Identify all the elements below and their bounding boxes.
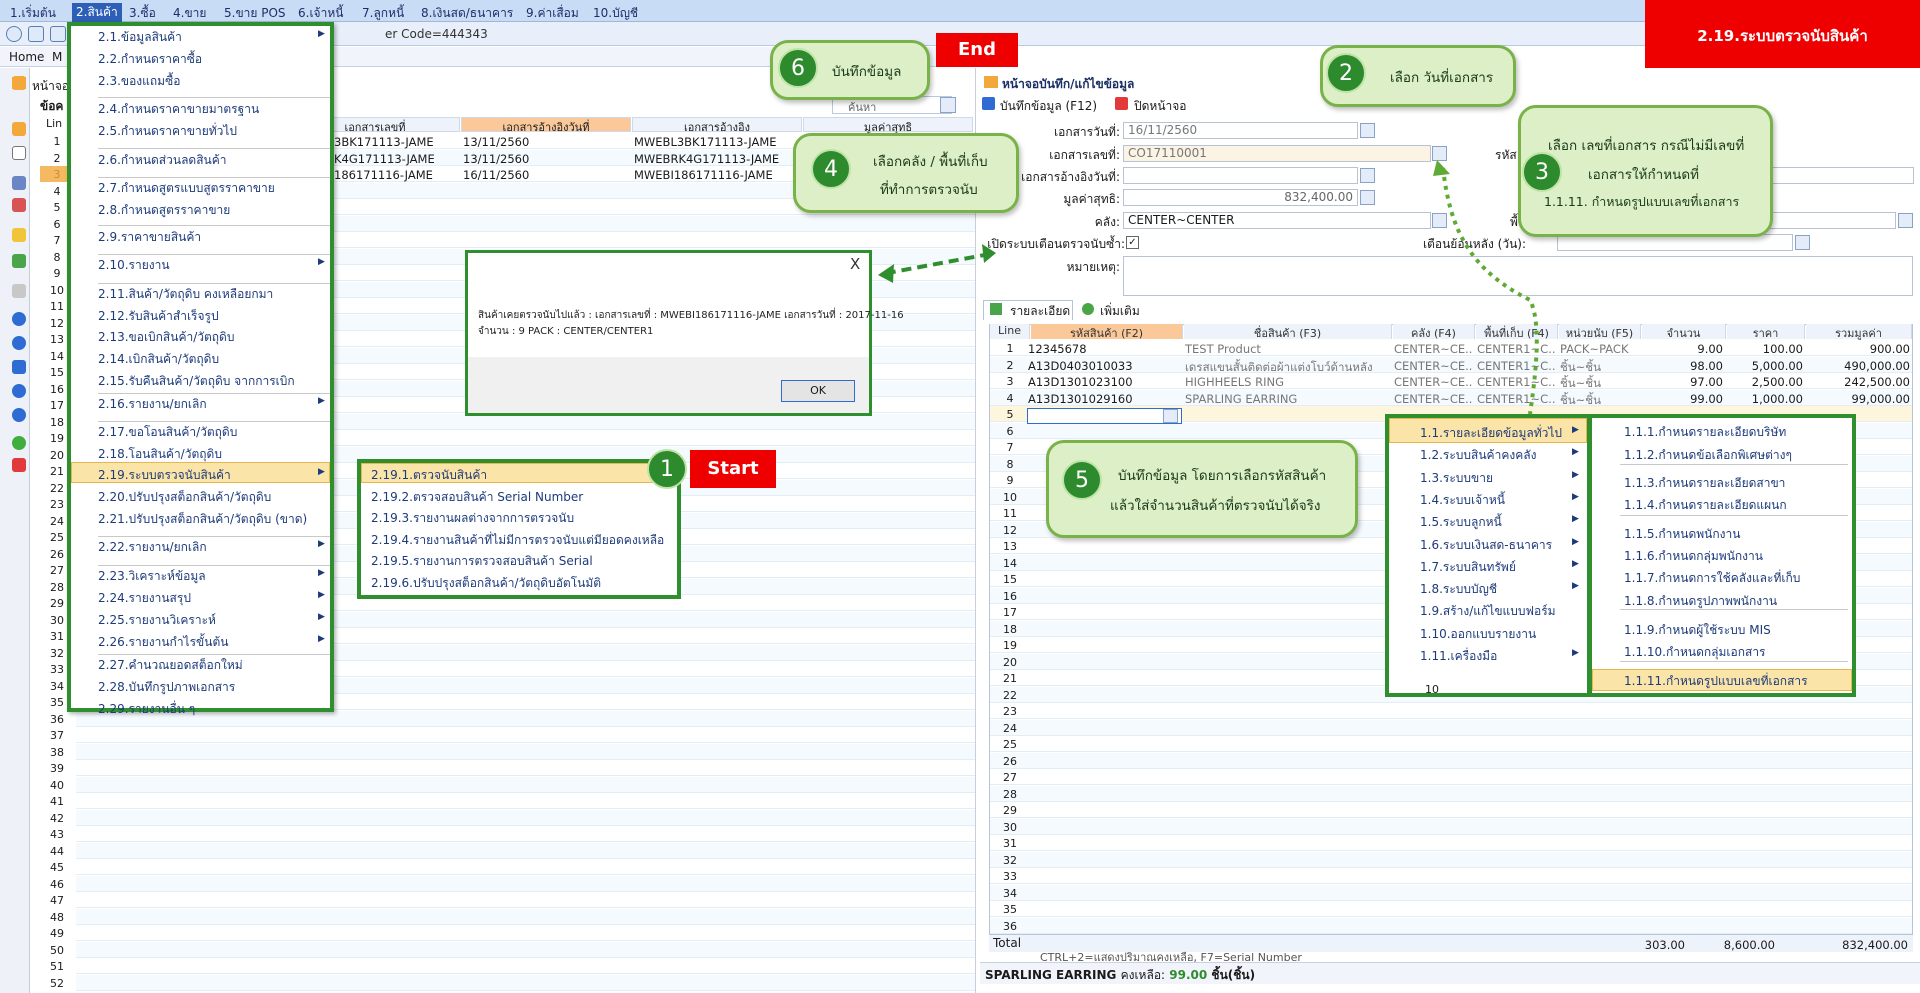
callout-4-line1: เลือกคลัง / พื้นที่เก็บ bbox=[873, 154, 988, 170]
step-5-badge: 5 bbox=[1062, 460, 1102, 500]
arrowhead-wh bbox=[982, 244, 996, 263]
step-2-badge: 2 bbox=[1326, 53, 1366, 93]
callout-3-line1: เลือก เลขที่เอกสาร กรณีไม่มีเลขที่ bbox=[1548, 138, 1745, 154]
end-tag: End bbox=[936, 33, 1018, 67]
callout-5-line1: บันทึกข้อมูล โดยการเลือกรหัสสินค้า bbox=[1118, 468, 1327, 484]
callout-4-line2: ที่ทำการตรวจนับ bbox=[880, 182, 978, 198]
callout-3-line3: 1.1.11. กำหนดรูปแบบเลขที่เอกสาร bbox=[1544, 194, 1740, 209]
callout-6-text: บันทึกข้อมูล bbox=[832, 64, 902, 80]
step-1-badge: 1 bbox=[647, 449, 687, 489]
start-tag: Start bbox=[690, 450, 776, 488]
arrowhead-dialog bbox=[878, 264, 894, 283]
step-3-badge: 3 bbox=[1522, 152, 1562, 192]
app-window: 1.เริ่มต้น 2.สินค้า 3.ซื้อ 4.ขาย 5.ขาย P… bbox=[0, 0, 1920, 993]
callout-5-line2: แล้วใส่จำนวนสินค้าที่ตรวจนับได้จริง bbox=[1110, 498, 1321, 514]
step-6-badge: 6 bbox=[778, 48, 818, 88]
callout-3-line2: เอกสารให้กำหนดที่ bbox=[1588, 167, 1700, 183]
callout-2-text: เลือก วันที่เอกสาร bbox=[1390, 70, 1494, 86]
arrowhead-docno bbox=[1433, 160, 1450, 176]
arrow-wh-to-dialog bbox=[881, 252, 991, 276]
step-4-badge: 4 bbox=[811, 149, 851, 189]
